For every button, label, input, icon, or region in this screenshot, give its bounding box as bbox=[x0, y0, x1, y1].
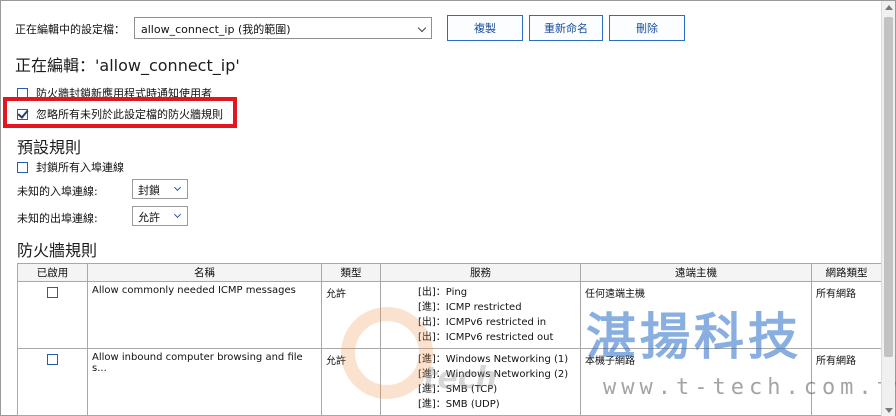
service-line: [進]：SMB (TCP) bbox=[418, 384, 498, 395]
firewall-rules-table: 已啟用 名稱 類型 服務 遠端主機 網路類型 Allow commonly ne… bbox=[17, 263, 882, 416]
copy-button[interactable]: 複製 bbox=[447, 15, 523, 41]
service-line: [出]：ICMPv6 restricted out bbox=[418, 332, 554, 343]
rule-services: [出]：Ping [進]：ICMP restricted [出]：ICMPv6 … bbox=[380, 281, 581, 349]
column-header-service[interactable]: 服務 bbox=[380, 263, 581, 282]
unknown-inbound-select[interactable]: 封鎖 bbox=[132, 179, 188, 199]
rule-services: [進]：Windows Networking (1) [進]：Windows N… bbox=[380, 348, 581, 416]
column-header-enabled[interactable]: 已啟用 bbox=[17, 263, 88, 282]
scroll-up-icon[interactable] bbox=[885, 5, 893, 10]
vertical-scrollbar[interactable] bbox=[881, 1, 895, 416]
editing-heading: 正在編輯：'allow_connect_ip' bbox=[15, 56, 240, 75]
rule-network-type: 所有網路 bbox=[811, 281, 882, 349]
column-header-remote-host[interactable]: 遠端主機 bbox=[580, 263, 812, 282]
delete-button[interactable]: 刪除 bbox=[609, 15, 685, 41]
rule-name: Allow commonly needed ICMP messages bbox=[87, 281, 322, 349]
service-line: [進]：SMB (UDP) bbox=[418, 399, 500, 410]
table-row[interactable]: Allow commonly needed ICMP messages 允許 [… bbox=[17, 281, 882, 349]
block-all-inbound-checkbox[interactable] bbox=[17, 161, 28, 173]
table-row[interactable]: Allow inbound computer browsing and file… bbox=[17, 348, 882, 416]
profile-editor-panel: 正在編輯中的設定檔： allow_connect_ip (我的範圍) 複製 重新… bbox=[0, 0, 896, 416]
chevron-down-icon bbox=[173, 210, 182, 219]
profile-label: 正在編輯中的設定檔： bbox=[15, 23, 125, 36]
unknown-outbound-select[interactable]: 允許 bbox=[132, 206, 188, 226]
rename-button[interactable]: 重新命名 bbox=[529, 15, 603, 41]
service-line: [進]：Windows Networking (1) bbox=[418, 354, 569, 365]
column-header-network-type[interactable]: 網路類型 bbox=[811, 263, 882, 282]
service-line: [進]：ICMP restricted bbox=[418, 302, 522, 313]
unknown-outbound-value: 允許 bbox=[138, 211, 160, 224]
column-header-type[interactable]: 類型 bbox=[321, 263, 381, 282]
unknown-inbound-label: 未知的入埠連線: bbox=[17, 185, 98, 198]
unknown-outbound-label: 未知的出埠連線: bbox=[17, 212, 98, 225]
chevron-down-icon bbox=[173, 183, 182, 192]
rule-name: Allow inbound computer browsing and file… bbox=[87, 348, 322, 416]
service-line: [進]：Windows Networking (2) bbox=[418, 369, 569, 380]
column-header-name[interactable]: 名稱 bbox=[87, 263, 322, 282]
default-rules-heading: 預設規則 bbox=[17, 138, 82, 157]
rule-remote-host: 任何遠端主機 bbox=[580, 281, 812, 349]
profile-select[interactable]: allow_connect_ip (我的範圍) bbox=[134, 17, 432, 39]
block-all-inbound-option[interactable]: 封鎖所有入埠連線 bbox=[17, 159, 124, 175]
block-all-inbound-label: 封鎖所有入埠連線 bbox=[36, 161, 124, 174]
scrollbar-thumb[interactable] bbox=[884, 17, 893, 357]
rule-enabled-checkbox[interactable] bbox=[47, 287, 58, 298]
chevron-down-icon bbox=[417, 23, 427, 33]
rule-enabled-checkbox[interactable] bbox=[47, 354, 58, 365]
scroll-down-icon[interactable] bbox=[885, 408, 893, 413]
highlight-box bbox=[3, 97, 237, 128]
rule-remote-host: 本機子網路 bbox=[580, 348, 812, 416]
profile-select-value: allow_connect_ip (我的範圍) bbox=[141, 23, 291, 36]
firewall-rules-heading: 防火牆規則 bbox=[17, 241, 98, 260]
unknown-inbound-value: 封鎖 bbox=[138, 184, 160, 197]
rule-network-type: 所有網路 bbox=[811, 348, 882, 416]
table-header-row: 已啟用 名稱 類型 服務 遠端主機 網路類型 bbox=[17, 263, 882, 282]
service-line: [出]：ICMPv6 restricted in bbox=[418, 317, 547, 328]
rule-type: 允許 bbox=[321, 348, 381, 416]
service-line: [出]：Ping bbox=[418, 287, 468, 298]
rule-type: 允許 bbox=[321, 281, 381, 349]
